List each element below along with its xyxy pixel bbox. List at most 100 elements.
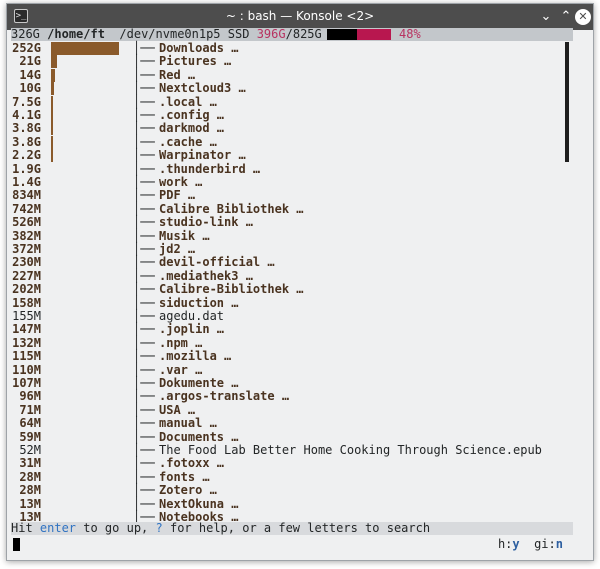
tree-connector: │── xyxy=(133,255,155,270)
directory-name: manual … xyxy=(159,416,217,431)
list-item[interactable]: 28M │── Zotero … xyxy=(11,483,563,497)
list-item[interactable]: 252G │── Downloads … xyxy=(11,41,563,55)
window-title: ~ : bash — Konsole <2> xyxy=(225,9,375,23)
entry-size: 31M xyxy=(19,456,41,471)
usage-bar-used xyxy=(327,29,357,40)
list-item[interactable]: 3.8G │── darkmod … xyxy=(11,121,563,136)
list-item[interactable]: 59M │── Documents … xyxy=(11,430,563,444)
size-bar xyxy=(51,122,53,136)
list-item[interactable]: 155M │── agedu.dat xyxy=(11,309,563,323)
directory-name: .mediathek3 … xyxy=(159,268,253,283)
list-item[interactable]: 834M │── PDF … xyxy=(11,188,563,203)
directory-name: fonts … xyxy=(159,469,210,484)
list-item[interactable]: 28M │── fonts … xyxy=(11,469,563,484)
list-item[interactable]: 158M │── siduction … xyxy=(11,295,563,310)
entry-size: 3.8G xyxy=(12,134,41,149)
gitignore-flag-value: n xyxy=(555,537,563,551)
list-item[interactable]: 4.1G │── .config … xyxy=(11,108,563,122)
help-prefix: Hit xyxy=(11,521,40,535)
list-item[interactable]: 372M │── jd2 … xyxy=(11,242,563,256)
list-item[interactable]: 7.5G │── .local … xyxy=(11,95,563,109)
terminal-area[interactable]: 326G /home/ft /dev/nvme0n1p5 SSD 396G/82… xyxy=(11,27,573,556)
directory-name: work … xyxy=(159,175,203,189)
minimize-icon[interactable]: ⌄ xyxy=(537,8,555,26)
size-bar xyxy=(51,149,53,163)
close-icon[interactable]: ✕ xyxy=(575,9,591,25)
entry-size: 107M xyxy=(12,376,41,390)
list-item[interactable]: 132M │── .npm … xyxy=(11,336,563,350)
list-item[interactable]: 2.2G │── Warpinator … xyxy=(11,148,563,163)
directory-name: USA … xyxy=(159,402,196,417)
list-item[interactable]: 147M │── .joplin … xyxy=(11,322,563,337)
list-item[interactable]: 21G │── Pictures … xyxy=(11,54,563,69)
directory-name: Red … xyxy=(159,67,196,82)
list-item[interactable]: 64M │── manual … xyxy=(11,416,563,431)
list-item[interactable]: 742M │── Calibre Bibliothek … xyxy=(11,201,563,216)
entry-size: 96M xyxy=(19,389,41,404)
tree-connector: │── xyxy=(133,349,155,364)
list-item[interactable]: 10G │── Nextcloud3 … xyxy=(11,81,563,96)
directory-name: siduction … xyxy=(159,295,239,310)
list-item[interactable]: 13M │── NextOkuna … xyxy=(11,496,563,511)
list-item[interactable]: 96M │── .argos-translate … xyxy=(11,389,563,404)
size-bar xyxy=(51,55,57,69)
list-item[interactable]: 230M │── devil-official … xyxy=(11,255,563,270)
scrollbar-thumb[interactable] xyxy=(565,42,569,162)
entry-size: 834M xyxy=(12,188,41,203)
entry-size: 2.2G xyxy=(12,148,41,163)
list-item[interactable]: 1.4G │── work … xyxy=(11,175,563,189)
used-space: 396G xyxy=(256,27,286,41)
scrollbar[interactable] xyxy=(565,42,573,522)
directory-name: .argos-translate … xyxy=(159,389,290,404)
list-item[interactable]: 202M │── Calibre-Bibliothek … xyxy=(11,282,563,296)
directory-name: .fotoxx … xyxy=(159,456,225,471)
list-item[interactable]: 3.8G │── .cache … xyxy=(11,134,563,149)
size-bar xyxy=(51,95,53,109)
list-item[interactable]: 227M │── .mediathek3 … xyxy=(11,268,563,283)
entry-size: 158M xyxy=(12,295,41,310)
total-size: 326G xyxy=(11,27,40,41)
list-item[interactable]: 110M │── .var … xyxy=(11,362,563,377)
input-line[interactable]: h:y gi:n xyxy=(11,537,573,551)
usage-bar-fill xyxy=(357,29,391,40)
entry-size: 382M xyxy=(12,228,41,243)
entry-size: 10G xyxy=(19,81,41,96)
list-item[interactable]: 52M │── The Food Lab Better Home Cooking T… xyxy=(11,443,563,457)
entry-size: 742M xyxy=(12,201,41,216)
tree-connector: │── xyxy=(133,121,155,136)
file-name: The Food Lab Better Home Cooking Through… xyxy=(159,443,542,457)
directory-name: Musik … xyxy=(159,228,210,243)
device-type: SSD xyxy=(227,27,250,41)
directory-name: darkmod … xyxy=(159,121,225,136)
list-item[interactable]: 115M │── .mozilla … xyxy=(11,349,563,364)
directory-name: Dokumente … xyxy=(159,376,239,390)
entry-size: 28M xyxy=(19,469,41,484)
list-item[interactable]: 107M │── Dokumente … xyxy=(11,376,563,390)
list-item[interactable]: 14G │── Red … xyxy=(11,67,563,82)
help-suffix: for help, or a few letters to search xyxy=(162,521,431,535)
entry-size: 110M xyxy=(12,362,41,377)
tree-connector: │── xyxy=(133,148,155,163)
directory-name: .joplin … xyxy=(159,322,225,337)
tree-connector: │── xyxy=(133,295,155,310)
list-item[interactable]: 1.9G │── .thunderbird … xyxy=(11,161,563,176)
list-item[interactable]: 526M │── studio-link … xyxy=(11,215,563,230)
entry-size: 1.4G xyxy=(12,175,41,189)
disk-header: 326G /home/ft /dev/nvme0n1p5 SSD 396G/82… xyxy=(11,27,573,42)
tree-connector: │── xyxy=(133,81,155,96)
entry-size: 372M xyxy=(12,242,41,256)
tree-connector: │── xyxy=(133,228,155,243)
directory-name: devil-official … xyxy=(159,255,275,270)
list-item[interactable]: 382M │── Musik … xyxy=(11,228,563,243)
entry-size: 13M xyxy=(19,496,41,511)
list-item[interactable]: 71M │── USA … xyxy=(11,402,563,417)
directory-name: studio-link … xyxy=(159,215,253,230)
maximize-icon[interactable]: ⌃ xyxy=(557,8,575,26)
entry-size: 227M xyxy=(12,268,41,283)
entry-size: 147M xyxy=(12,322,41,337)
size-bar xyxy=(51,82,54,96)
directory-name: .config … xyxy=(159,108,225,122)
list-item[interactable]: 31M │── .fotoxx … xyxy=(11,456,563,471)
directory-name: .cache … xyxy=(159,134,217,149)
entry-size: 1.9G xyxy=(12,161,41,176)
